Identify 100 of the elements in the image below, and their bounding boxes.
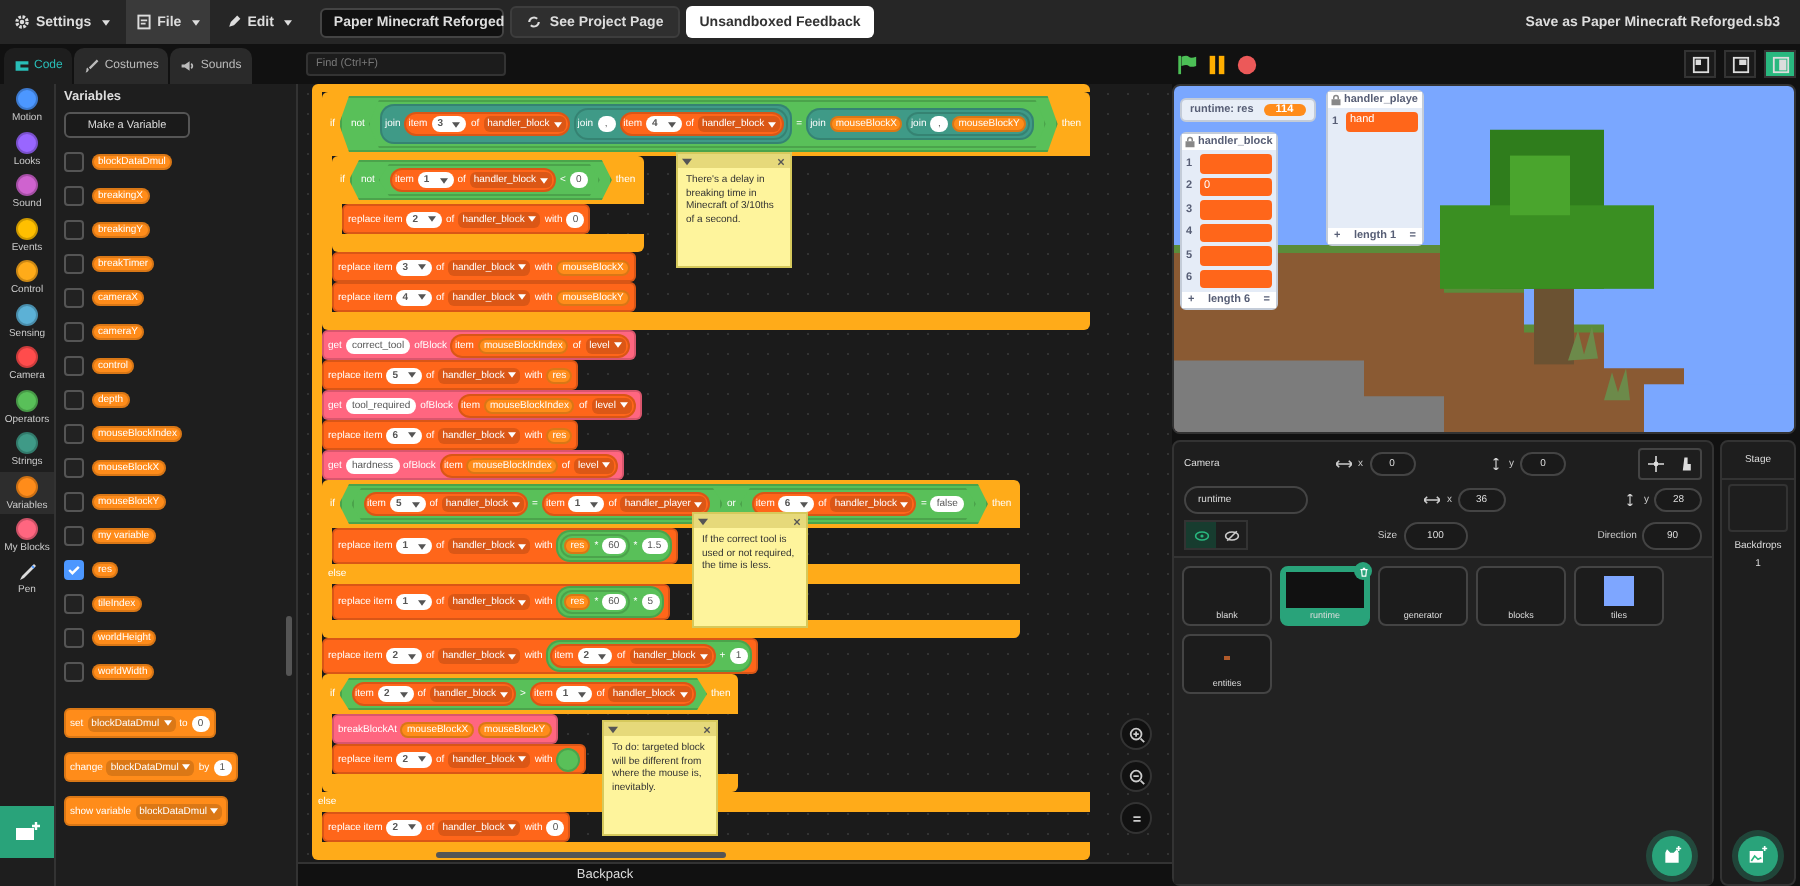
list-item: [1200, 269, 1272, 288]
speaker-icon: [180, 58, 197, 74]
eye-icon: [1193, 527, 1209, 543]
caret-icon: [508, 824, 517, 830]
caret-icon: [428, 216, 437, 222]
caret-icon: [418, 599, 427, 605]
checkbox[interactable]: [64, 627, 84, 647]
horizontal-arrows-icon: [1336, 458, 1352, 470]
stage-size-button[interactable]: [1764, 50, 1796, 78]
caret-icon: [518, 543, 527, 549]
stage-size-button[interactable]: [1684, 50, 1716, 78]
close-icon[interactable]: [792, 517, 802, 525]
extension-icon: [13, 822, 41, 842]
cat-plus-icon: [1662, 846, 1682, 866]
lock-icon: [1330, 94, 1342, 106]
caret-icon: [699, 653, 708, 659]
file-icon: [135, 14, 152, 30]
stop-icon[interactable]: [1236, 53, 1258, 75]
checkbox[interactable]: [64, 321, 84, 341]
pause-icon[interactable]: [1206, 53, 1228, 75]
checkbox[interactable]: [64, 423, 84, 443]
caret-icon: [191, 19, 200, 25]
caret-icon: [508, 653, 517, 659]
code-icon: [14, 58, 30, 74]
caret-icon: [553, 121, 562, 127]
caret-icon: [163, 720, 172, 726]
checkbox[interactable]: [64, 219, 84, 239]
brush-icon: [84, 58, 101, 74]
caret-icon: [900, 501, 909, 507]
caret-icon: [500, 691, 509, 697]
reset-zoom-button[interactable]: [1120, 802, 1152, 834]
caret-icon: [399, 691, 408, 697]
refresh-icon: [525, 14, 542, 30]
checkbox[interactable]: [64, 355, 84, 375]
caret-icon: [602, 462, 611, 468]
caret-icon: [613, 342, 622, 348]
gear-icon: [14, 14, 30, 30]
caret-icon: [411, 501, 420, 507]
caret-icon: [598, 653, 607, 659]
list-item: [1200, 223, 1272, 242]
stage-size-button[interactable]: [1724, 50, 1756, 78]
add-backdrop-button[interactable]: [1738, 836, 1778, 876]
caret-icon: [768, 121, 777, 127]
checkbox[interactable]: [64, 287, 84, 307]
close-icon[interactable]: [702, 725, 712, 733]
pencil-icon: [225, 14, 242, 30]
close-icon[interactable]: [776, 157, 786, 165]
checkbox[interactable]: [64, 593, 84, 613]
show-button[interactable]: [1186, 522, 1216, 548]
checkbox[interactable]: [64, 457, 84, 477]
caret-icon: [518, 756, 527, 762]
trash-icon: [1357, 565, 1369, 577]
caret-icon: [800, 501, 809, 507]
caret-icon: [408, 824, 417, 830]
checkbox[interactable]: [64, 185, 84, 205]
move-icon: [1647, 456, 1663, 472]
caret-icon: [518, 599, 527, 605]
add-extension-button[interactable]: [0, 806, 54, 858]
caret-icon: [418, 294, 427, 300]
caret-icon: [578, 691, 587, 697]
checkbox[interactable]: [64, 389, 84, 409]
checkbox[interactable]: [64, 525, 84, 545]
check-icon: [66, 561, 82, 577]
caret-icon: [608, 725, 618, 733]
caret-icon: [408, 372, 417, 378]
zoom-out-button[interactable]: [1120, 760, 1152, 792]
caret-icon: [418, 264, 427, 270]
caret-icon: [418, 756, 427, 762]
scrollbar[interactable]: [436, 852, 726, 858]
zoom-out-icon: [1127, 767, 1145, 785]
caret-icon: [518, 264, 527, 270]
checkbox[interactable]: [64, 491, 84, 511]
eye-slash-icon: [1223, 527, 1239, 543]
list-item: [1200, 200, 1272, 219]
horizontal-arrows-icon: [1424, 494, 1441, 506]
zoom-in-button[interactable]: [1120, 718, 1152, 750]
list-item: [1200, 154, 1272, 173]
caret-icon: [182, 764, 191, 770]
caret-icon: [283, 19, 292, 25]
delete-button[interactable]: [1354, 562, 1372, 580]
caret-icon: [667, 121, 676, 127]
checkbox[interactable]: [64, 151, 84, 171]
layout-icon: [1731, 55, 1749, 73]
checkbox[interactable]: [64, 253, 84, 273]
list-item: [1200, 246, 1272, 265]
caret-icon: [408, 432, 417, 438]
caret-icon: [210, 808, 219, 814]
caret-icon: [528, 216, 537, 222]
caret-icon: [694, 501, 703, 507]
caret-icon: [518, 294, 527, 300]
zoom-in-icon: [1127, 725, 1145, 743]
scrollbar[interactable]: [286, 616, 292, 676]
caret-icon: [408, 653, 417, 659]
checkbox[interactable]: [64, 661, 84, 681]
caret-icon: [619, 402, 628, 408]
flag-icon[interactable]: [1176, 53, 1198, 75]
caret-icon: [418, 543, 427, 549]
caret-icon: [512, 501, 521, 507]
checkbox[interactable]: [64, 559, 84, 579]
add-sprite-button[interactable]: [1652, 836, 1692, 876]
